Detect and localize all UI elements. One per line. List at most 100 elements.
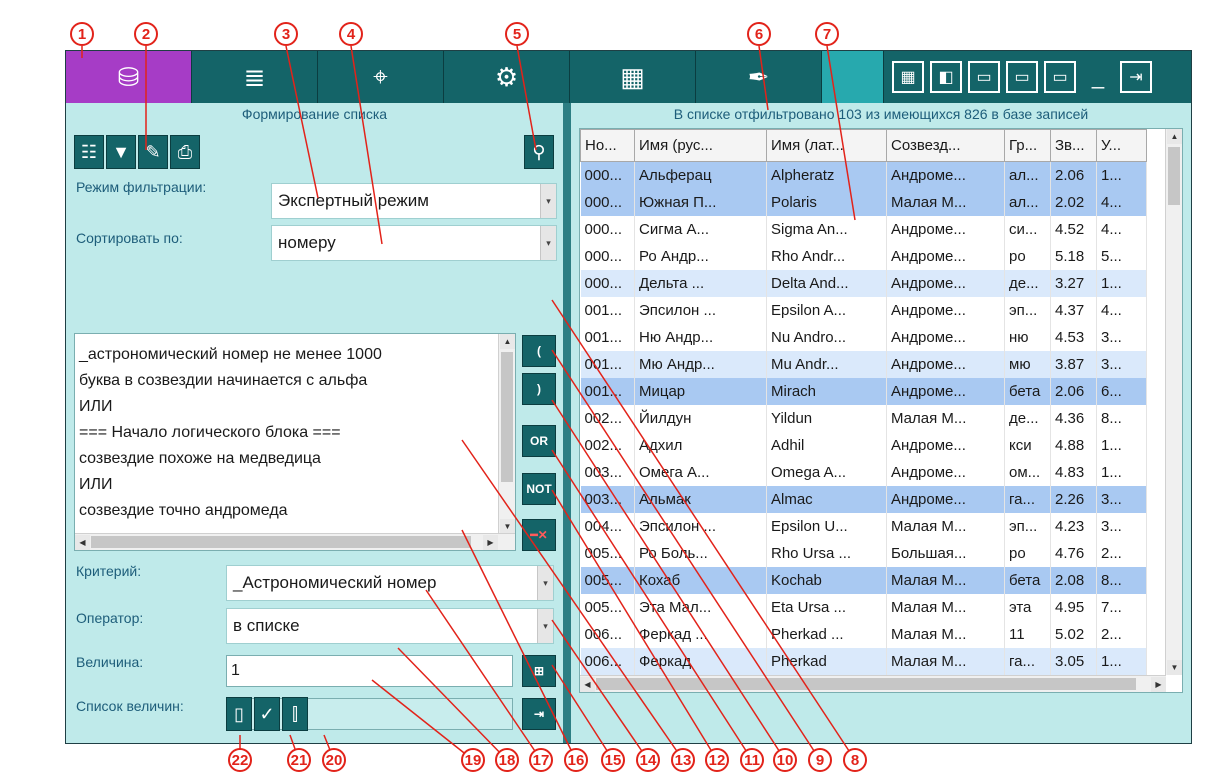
column-header-constellation[interactable]: Созвезд... [886, 129, 1005, 162]
export-button[interactable]: ⎙ [170, 135, 200, 169]
column-header-number[interactable]: Но... [580, 129, 635, 162]
column-header-name-lat[interactable]: Имя (лат... [766, 129, 887, 162]
scroll-left-icon[interactable]: ◀ [580, 677, 595, 692]
tab-list[interactable]: ≣ [192, 51, 318, 103]
table-row[interactable]: 005... Кохаб Kochab Малая М... бета 2.08 8... [580, 566, 1147, 594]
tab-blank[interactable] [822, 51, 884, 103]
table-row[interactable]: 000... Альферац Alpheratz Андроме... ал... 2.… [580, 161, 1147, 189]
open-bracket-button[interactable]: ( [522, 335, 556, 367]
table-cell: Малая М... [886, 404, 1005, 432]
grid-horizontal-scrollbar[interactable]: ◀ ▶ [580, 675, 1166, 692]
chevron-down-icon[interactable]: ▾ [537, 609, 553, 643]
apply-filter-button[interactable]: ✓ [254, 697, 280, 731]
results-summary: В списке отфильтровано 103 из имеющихся … [673, 106, 1089, 122]
insert-line-button[interactable]: ⇥ [522, 698, 556, 730]
add-condition-button[interactable]: ⊞ [522, 655, 556, 687]
table-row[interactable]: 000... Дельта ... Delta And... Андроме... де… [580, 269, 1147, 297]
scroll-thumb[interactable] [596, 678, 1136, 690]
records-table[interactable]: Но... Имя (рус... Имя (лат... Созвезд...… [579, 128, 1183, 693]
minimize-button[interactable]: _ [1082, 61, 1114, 93]
remove-line-button[interactable]: ━✕ [522, 519, 556, 551]
scroll-down-icon[interactable]: ▼ [1167, 660, 1182, 675]
filter-button[interactable]: ▼ [106, 135, 136, 169]
table-row[interactable]: 004... Эпсилон ... Epsilon U... Малая М... э… [580, 512, 1147, 540]
table-row[interactable]: 003... Альмак Almac Андроме... га... 2.26 3... [580, 485, 1147, 513]
table-row[interactable]: 001... Эпсилон ... Epsilon A... Андроме... э… [580, 296, 1147, 324]
scroll-thumb[interactable] [91, 536, 471, 548]
tab-target[interactable]: ⌖ [318, 51, 444, 103]
value-input[interactable]: 1 [226, 655, 513, 687]
new-filter-button[interactable]: ▯ [226, 697, 252, 731]
scroll-thumb[interactable] [1168, 147, 1180, 205]
layout-bottom-button[interactable]: ▭ [968, 61, 1000, 93]
table-row[interactable]: 005... Ро Боль... Rho Ursa ... Большая... ро… [580, 539, 1147, 567]
table-row[interactable]: 000... Сигма А... Sigma An... Андроме... си.… [580, 215, 1147, 243]
table-cell: Эпсилон ... [634, 296, 767, 324]
table-cell: Rho Ursa ... [766, 539, 887, 567]
minimize-icon: _ [1091, 64, 1105, 89]
table-row[interactable]: 002... Адхил Adhil Андроме... кси 4.88 1... [580, 431, 1147, 459]
column-header-magnitude[interactable]: Зв... [1050, 129, 1097, 162]
table-row[interactable]: 001... Ню Андр... Nu Andro... Андроме... ню 4… [580, 323, 1147, 351]
grid-vertical-scrollbar[interactable]: ▲ ▼ [1165, 129, 1182, 675]
column-header-more[interactable]: У... [1096, 129, 1147, 162]
field-list-button[interactable]: ☷ [74, 135, 104, 169]
table-row[interactable]: 000... Южная П... Polaris Малая М... ал... 2.… [580, 188, 1147, 216]
layout-left-button[interactable]: ◧ [930, 61, 962, 93]
scroll-up-icon[interactable]: ▲ [1167, 129, 1182, 144]
table-cell: Eta Ursa ... [766, 593, 887, 621]
chart-button[interactable]: ⫿ [282, 697, 308, 731]
tab-settings[interactable]: ⚙ [444, 51, 570, 103]
expression-horizontal-scrollbar[interactable]: ◀ ▶ [75, 533, 515, 550]
sort-label: Сортировать по: [76, 230, 183, 246]
grid-view-button[interactable]: ▦ [892, 61, 924, 93]
scroll-right-icon[interactable]: ▶ [1151, 677, 1166, 692]
scroll-up-icon[interactable]: ▲ [500, 334, 515, 349]
tab-calculator[interactable]: ▦ [570, 51, 696, 103]
or-button[interactable]: OR [522, 425, 556, 457]
exit-button[interactable]: ⇥ [1120, 61, 1152, 93]
chevron-down-icon[interactable]: ▾ [540, 226, 556, 260]
close-bracket-button[interactable]: ) [522, 373, 556, 405]
not-button[interactable]: NOT [522, 473, 556, 505]
expression-line: созвездие похоже на медведица [79, 450, 321, 467]
operator-select[interactable]: в списке ▾ [226, 608, 554, 644]
chevron-down-icon[interactable]: ▾ [537, 566, 553, 600]
table-cell: Adhil [766, 431, 887, 459]
table-row[interactable]: 006... Феркад Pherkad Малая М... га... 3.05 1.… [580, 647, 1147, 675]
tab-database[interactable]: ⛁ [66, 51, 192, 103]
table-row[interactable]: 000... Ро Андр... Rho Andr... Андроме... ро 5… [580, 242, 1147, 270]
layout-right-button[interactable]: ▭ [1006, 61, 1038, 93]
filter-mode-select[interactable]: Экспертный режим ▾ [271, 183, 557, 219]
scroll-down-icon[interactable]: ▼ [500, 519, 515, 534]
sort-value: номеру [278, 233, 336, 252]
expression-vertical-scrollbar[interactable]: ▲ ▼ [498, 334, 515, 534]
main-toolbar: ⛁ ≣ ⌖ ⚙ ▦ ✒ ▦ ◧ ▭ ▭ ▭ _ ⇥ [66, 51, 1191, 103]
panel-splitter[interactable] [563, 103, 571, 743]
criterion-select[interactable]: _Астрономический номер ▾ [226, 565, 554, 601]
filter-expression-editor[interactable]: _астрономический номер не менее 1000 бук… [74, 333, 516, 551]
locate-button[interactable]: ⚲ [524, 135, 554, 169]
table-row[interactable]: 006... Феркад ... Pherkad ... Малая М... 11 5… [580, 620, 1147, 648]
column-header-name-ru[interactable]: Имя (рус... [634, 129, 767, 162]
chevron-down-icon[interactable]: ▾ [540, 184, 556, 218]
scroll-left-icon[interactable]: ◀ [75, 535, 90, 550]
callout-marker: 16 [564, 748, 588, 772]
table-row[interactable]: 001... Мицар Mirach Андроме... бета 2.06 6... [580, 377, 1147, 405]
table-row[interactable]: 001... Мю Андр... Mu Andr... Андроме... мю 3.… [580, 350, 1147, 378]
table-row[interactable]: 005... Эта Мал... Eta Ursa ... Малая М... эт… [580, 593, 1147, 621]
scroll-thumb[interactable] [501, 352, 513, 482]
edit-button[interactable]: ✎ [138, 135, 168, 169]
scroll-right-icon[interactable]: ▶ [483, 535, 498, 550]
table-cell: 4.88 [1050, 431, 1097, 459]
table-cell: Андроме... [886, 458, 1005, 486]
table-row[interactable]: 002... Йилдун Yildun Малая М... де... 4.36 8..… [580, 404, 1147, 432]
expression-line: _астрономический номер не менее 1000 [79, 346, 382, 363]
layout-top-button[interactable]: ▭ [1044, 61, 1076, 93]
callout-marker: 13 [671, 748, 695, 772]
expression-line: ИЛИ [79, 398, 113, 415]
column-header-greek[interactable]: Гр... [1004, 129, 1051, 162]
tab-feather[interactable]: ✒ [696, 51, 822, 103]
table-row[interactable]: 003... Омега А... Omega A... Андроме... ом..… [580, 458, 1147, 486]
sort-select[interactable]: номеру ▾ [271, 225, 557, 261]
